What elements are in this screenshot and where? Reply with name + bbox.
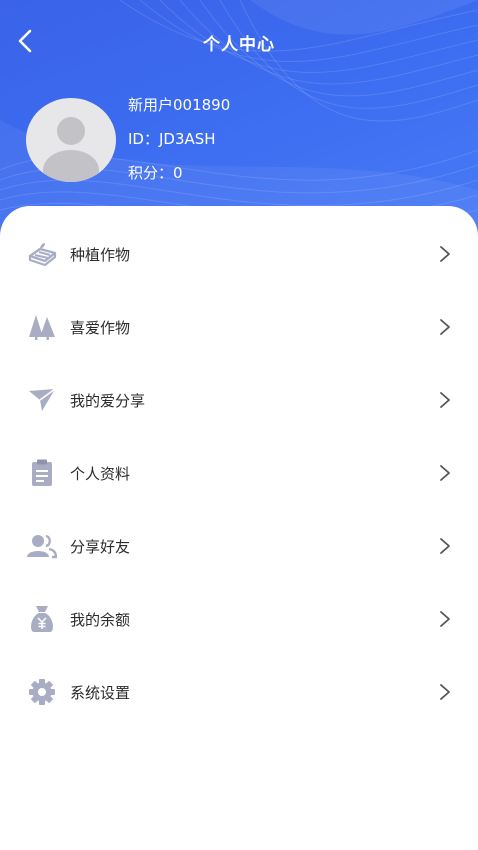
chevron-right-icon	[438, 682, 452, 702]
chevron-right-icon	[438, 244, 452, 264]
menu-item-planting-crops[interactable]: 种植作物	[0, 224, 478, 284]
chevron-right-icon	[438, 463, 452, 483]
gear-icon	[26, 676, 58, 708]
menu-item-label: 我的余额	[70, 610, 131, 629]
money-bag-icon	[26, 603, 58, 635]
menu-item-label: 个人资料	[70, 464, 131, 483]
status-bar	[0, 0, 478, 6]
user-name: 新用户001890	[128, 96, 231, 114]
user-info: 新用户001890 ID： JD3ASH 积分： 0	[128, 94, 230, 196]
menu-item-label: 分享好友	[70, 537, 131, 556]
users-icon	[26, 530, 58, 562]
menu-item-system-settings[interactable]: 系统设置	[0, 662, 478, 722]
clipboard-icon	[26, 457, 58, 489]
page-title: 个人中心	[203, 35, 275, 55]
menu-panel: 种植作物 喜爱作物 我的爱分享 个人资料 分享好友 我的余额 系统设置	[0, 206, 478, 850]
paper-plane-icon	[26, 384, 58, 416]
user-id-label: ID：	[128, 130, 159, 148]
chevron-right-icon	[438, 536, 452, 556]
chevron-right-icon	[438, 317, 452, 337]
menu-item-label: 种植作物	[70, 245, 131, 264]
menu-item-label: 我的爱分享	[70, 391, 146, 410]
planting-bed-icon	[26, 238, 58, 270]
trees-icon	[26, 311, 58, 343]
menu-item-my-shares[interactable]: 我的爱分享	[0, 370, 478, 430]
menu-item-my-balance[interactable]: 我的余额	[0, 589, 478, 649]
user-points-row: 积分： 0	[128, 162, 230, 196]
menu-item-label: 喜爱作物	[70, 318, 131, 337]
user-points-value: 0	[173, 164, 183, 182]
user-avatar-icon	[43, 117, 99, 182]
menu-item-label: 系统设置	[70, 683, 131, 702]
avatar[interactable]	[26, 98, 116, 182]
chevron-right-icon	[438, 609, 452, 629]
user-id-row: ID： JD3ASH	[128, 128, 230, 162]
menu-item-personal-info[interactable]: 个人资料	[0, 443, 478, 503]
user-points-label: 积分：	[128, 164, 174, 182]
menu-item-favorite-crops[interactable]: 喜爱作物	[0, 297, 478, 357]
user-id-value: JD3ASH	[158, 130, 216, 148]
chevron-right-icon	[438, 390, 452, 410]
menu-item-share-friends[interactable]: 分享好友	[0, 516, 478, 576]
